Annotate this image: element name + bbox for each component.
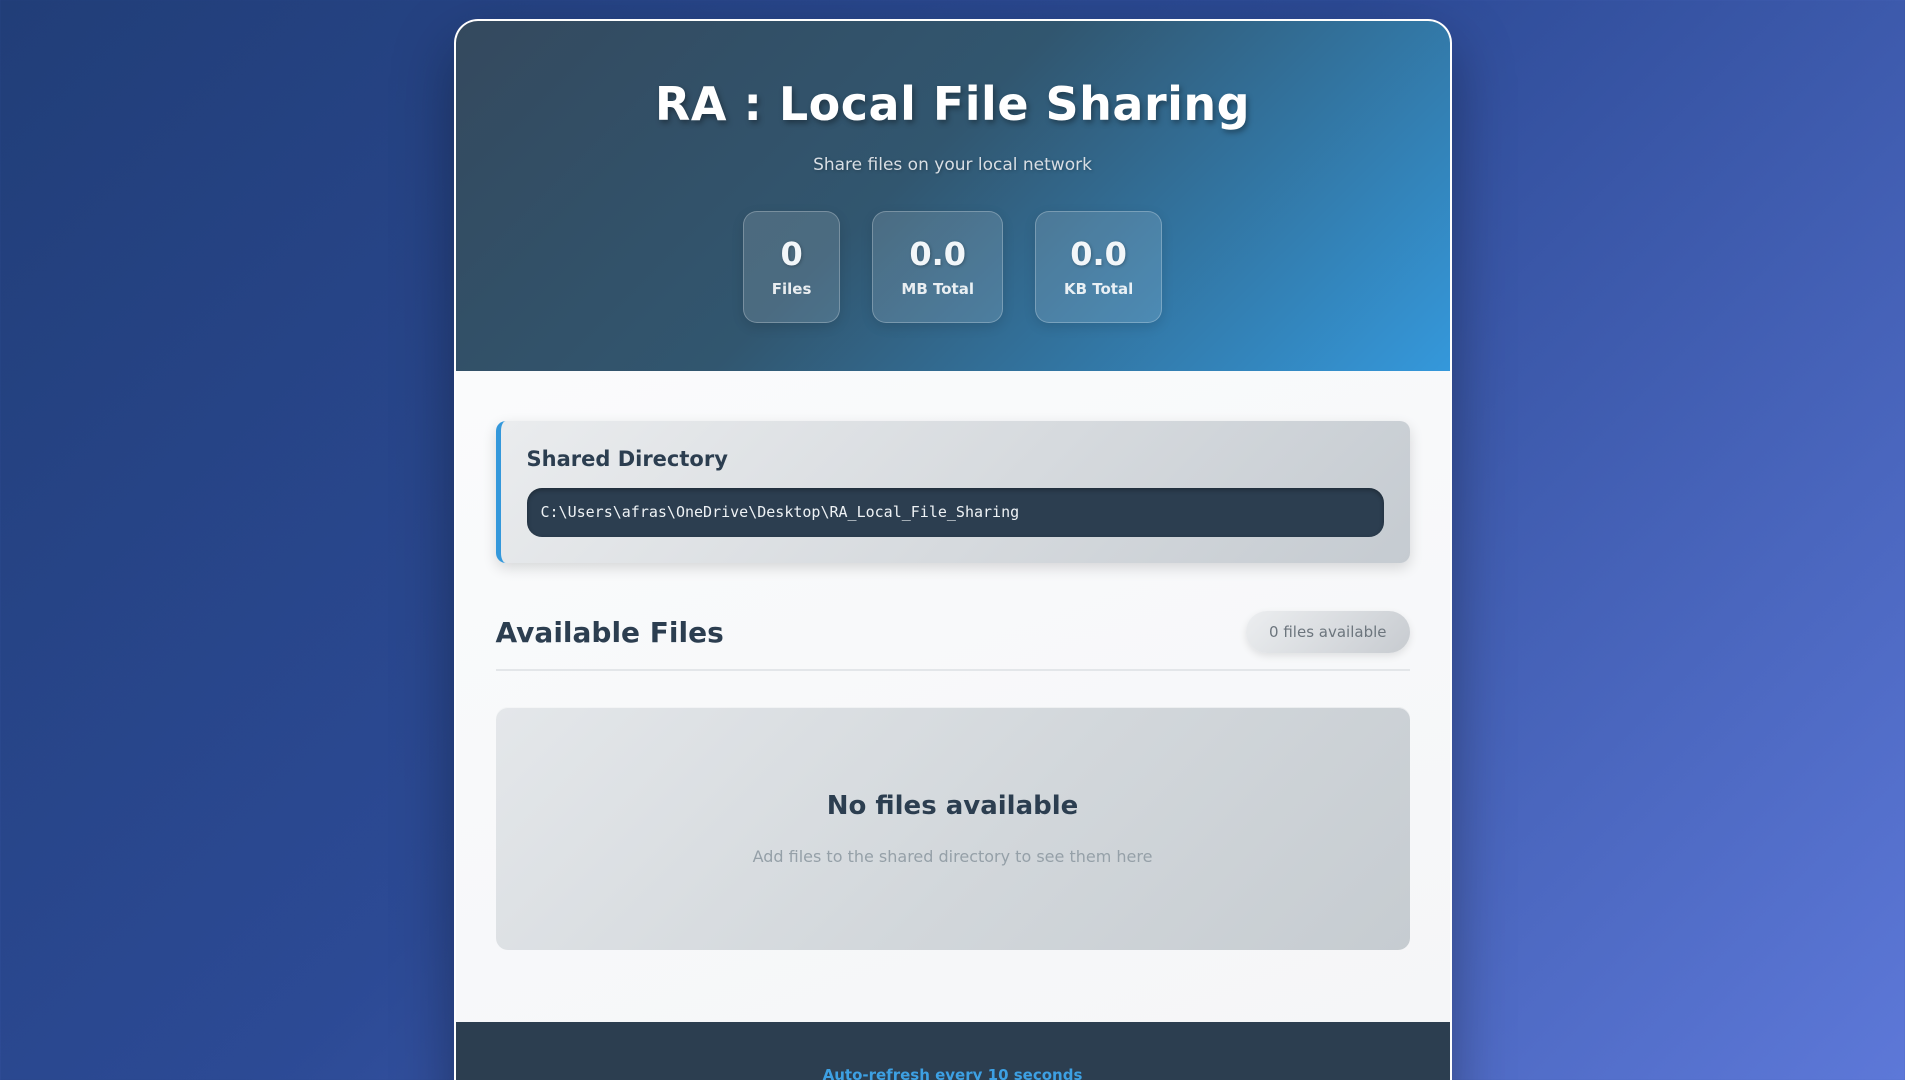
stat-files-value: 0 bbox=[772, 236, 812, 273]
auto-refresh-status: Auto-refresh every 10 seconds bbox=[476, 1066, 1430, 1080]
page-title: RA : Local File Sharing bbox=[476, 77, 1430, 131]
shared-directory-path: C:\Users\afras\OneDrive\Desktop\RA_Local… bbox=[527, 488, 1384, 537]
empty-files-panel: No files available Add files to the shar… bbox=[496, 707, 1410, 950]
app-card: RA : Local File Sharing Share files on y… bbox=[454, 19, 1452, 1080]
stat-mb-value: 0.0 bbox=[901, 236, 974, 273]
app-header: RA : Local File Sharing Share files on y… bbox=[456, 21, 1450, 371]
stat-kb-value: 0.0 bbox=[1064, 236, 1133, 273]
stat-card-mb-total: 0.0 MB Total bbox=[872, 211, 1003, 323]
main-content: Shared Directory C:\Users\afras\OneDrive… bbox=[456, 371, 1450, 1022]
stat-card-kb-total: 0.0 KB Total bbox=[1035, 211, 1162, 323]
stat-kb-label: KB Total bbox=[1064, 280, 1133, 298]
app-footer: Auto-refresh every 10 seconds bbox=[456, 1022, 1450, 1080]
page-subtitle: Share files on your local network bbox=[476, 153, 1430, 177]
stat-mb-label: MB Total bbox=[901, 280, 974, 298]
files-divider bbox=[496, 669, 1410, 671]
available-files-heading: Available Files bbox=[496, 616, 724, 649]
stat-card-files: 0 Files bbox=[743, 211, 841, 323]
empty-state-subtitle: Add files to the shared directory to see… bbox=[753, 847, 1153, 866]
empty-state-title: No files available bbox=[827, 791, 1079, 821]
files-count-badge: 0 files available bbox=[1246, 611, 1409, 653]
shared-directory-heading: Shared Directory bbox=[527, 447, 1384, 472]
shared-directory-panel: Shared Directory C:\Users\afras\OneDrive… bbox=[496, 421, 1410, 563]
files-header-row: Available Files 0 files available bbox=[496, 611, 1410, 653]
stats-row: 0 Files 0.0 MB Total 0.0 KB Total bbox=[476, 211, 1430, 323]
stat-files-label: Files bbox=[772, 280, 812, 298]
